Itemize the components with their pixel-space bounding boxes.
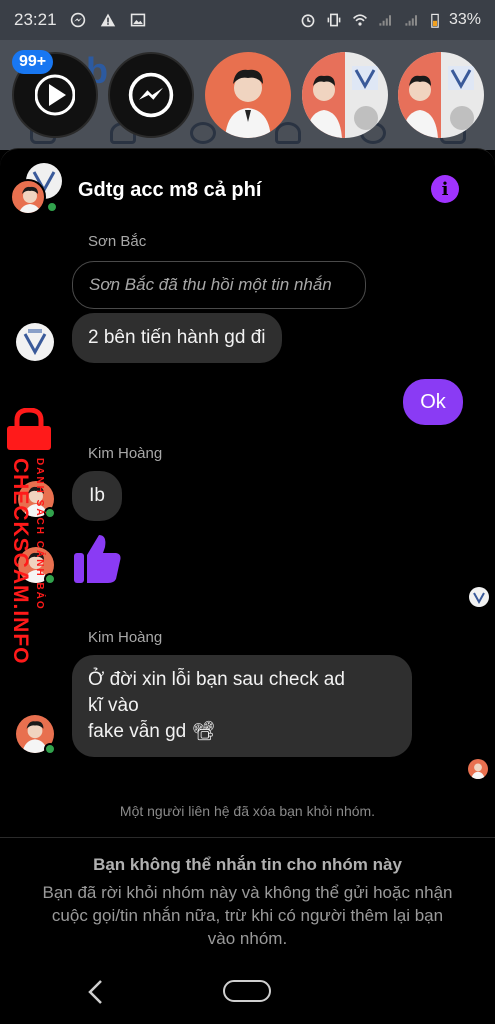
alarm-icon xyxy=(301,14,315,28)
chat-head-messenger[interactable] xyxy=(108,52,194,138)
blocked-title: Bạn không thể nhắn tin cho nhóm này xyxy=(93,855,402,874)
vibrate-icon xyxy=(327,13,341,27)
thumbs-up-icon[interactable] xyxy=(72,533,122,585)
watermark: CHECKSCAM.INFO DANH SÁCH CẢNH BÁO xyxy=(2,408,62,665)
online-indicator xyxy=(46,201,58,213)
signal-icon xyxy=(379,15,391,26)
battery-icon xyxy=(431,13,439,28)
online-indicator xyxy=(44,743,56,755)
message-bubble[interactable]: Ở đời xin lỗi bạn sau check ad kĩ vào fa… xyxy=(72,655,412,757)
messenger-icon xyxy=(70,12,85,28)
chat-header: Gdtg acc m8 cả phí i xyxy=(0,149,495,229)
chat-head-user-1[interactable] xyxy=(205,52,291,138)
warning-icon xyxy=(100,13,115,27)
chat-title[interactable]: Gdtg acc m8 cả phí xyxy=(78,179,261,202)
message-line: fake vẫn gd 📽 xyxy=(88,721,216,742)
read-receipt-avatar xyxy=(469,587,489,607)
wifi-icon xyxy=(353,14,367,26)
recalled-message: Sơn Bắc đã thu hồi một tin nhắn xyxy=(72,261,366,309)
lock-icon xyxy=(7,408,51,450)
blocked-text: Bạn đã rời khỏi nhóm này và không thể gử… xyxy=(42,883,453,948)
chat-panel: Gdtg acc m8 cả phí i Sơn Bắc Sơn Bắc đã … xyxy=(0,148,495,958)
status-time: 23:21 xyxy=(14,10,57,29)
read-receipt-avatar xyxy=(468,759,488,779)
avatar xyxy=(302,52,378,138)
message-bubble-mine[interactable]: Ok xyxy=(403,379,463,425)
message-line: Ở đời xin lỗi bạn sau check ad xyxy=(88,669,345,690)
sender-name: Sơn Bắc xyxy=(88,233,147,250)
avatar xyxy=(225,69,271,138)
message-bubble[interactable]: Ib xyxy=(72,471,122,521)
divider xyxy=(0,837,495,838)
watermark-text: CHECKSCAM.INFO xyxy=(9,458,32,665)
back-icon[interactable] xyxy=(84,978,108,1006)
message-line: kĩ vào xyxy=(88,695,139,716)
messenger-tab-icon xyxy=(190,122,216,144)
home-icon[interactable] xyxy=(223,980,271,1002)
info-icon[interactable]: i xyxy=(431,175,459,203)
watermark-small-text: DANH SÁCH CẢNH BÁO xyxy=(34,458,45,611)
avatar[interactable] xyxy=(16,323,54,361)
play-icon xyxy=(35,74,75,116)
sender-name: Kim Hoàng xyxy=(88,629,163,646)
chat-head-user-3[interactable] xyxy=(398,52,484,138)
chat-head-user-2[interactable] xyxy=(302,52,388,138)
battery-percent: 33% xyxy=(448,11,481,28)
status-bar: 23:21 33% xyxy=(0,0,495,40)
notifications-tab-icon xyxy=(275,122,301,144)
avatar xyxy=(398,52,474,138)
group-avatar-front xyxy=(10,179,46,215)
navigation-bar xyxy=(0,958,495,1024)
unread-badge: 99+ xyxy=(12,50,54,74)
gallery-icon xyxy=(130,13,145,27)
signal-icon xyxy=(405,15,417,26)
message-bubble[interactable]: 2 bên tiến hành gd đi xyxy=(72,313,282,363)
messenger-icon xyxy=(128,72,174,118)
system-note: Một người liên hệ đã xóa bạn khỏi nhóm. xyxy=(119,803,376,819)
sender-name: Kim Hoàng xyxy=(88,445,163,462)
